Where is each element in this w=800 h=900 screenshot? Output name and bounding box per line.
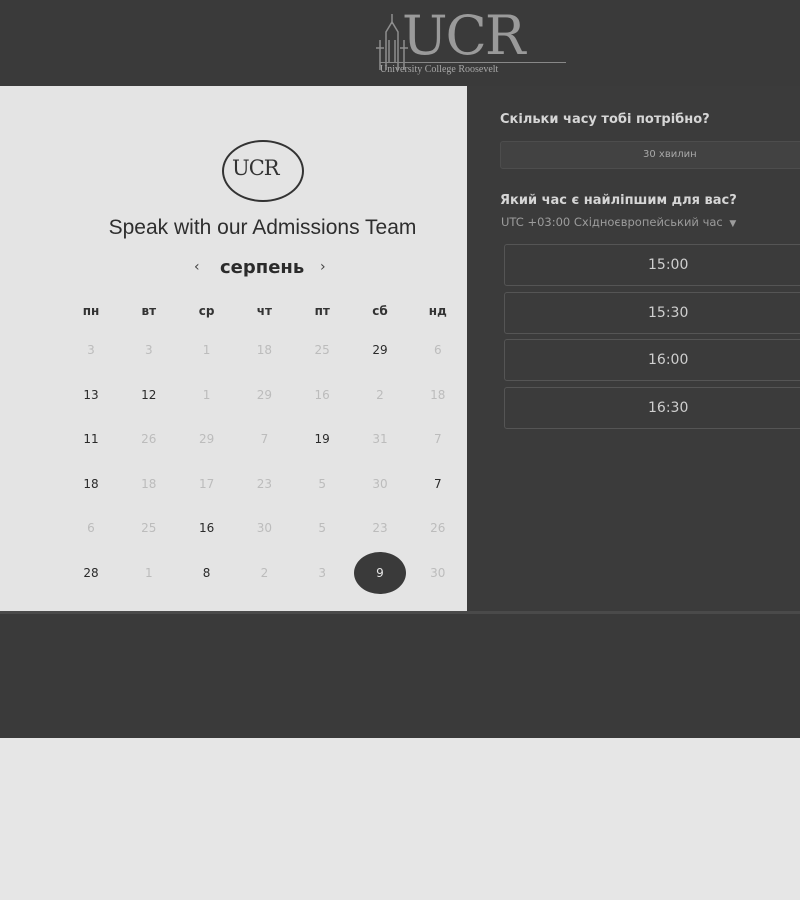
time-slot-button[interactable]: 15:00 [504,244,800,286]
calendar-day: 18 [141,476,157,491]
weekday-label: сб [372,304,388,318]
logo-subtitle: University College Roosevelt [380,62,566,75]
calendar-day[interactable]: 12 [123,374,175,416]
calendar-day: 2 [260,565,269,580]
page-title: Speak with our Admissions Team [108,216,417,239]
calendar-day: 16 [314,387,330,402]
time-slot-label: 15:00 [648,257,689,273]
weekday-label: вт [141,304,157,318]
ucr-logo[interactable]: UCR University College Roosevelt [372,4,566,76]
duration-select[interactable]: 30 хвилин [500,141,800,169]
calendar-day-selected[interactable]: 9 [354,551,406,594]
calendar-day: 6 [433,343,442,357]
month-navigator: ‹ серпень › [192,257,337,281]
calendar-day: 1 [144,565,153,580]
weekday-label: чт [256,304,272,318]
footer-band [0,611,800,738]
time-slot-label: 15:30 [648,304,689,321]
weekday-label: нд [428,304,447,318]
calendar-day: 26 [141,432,157,446]
calendar-day: 30 [372,476,388,491]
duration-question: Скільки часу тобі потрібно? [500,112,710,127]
timezone-select[interactable]: UTC +03:00 Східноєвропейський час ▼ [501,215,736,229]
booking-panel: Скільки часу тобі потрібно? 30 хвилин Як… [467,86,800,611]
badge-text: UCR [232,156,280,180]
timezone-label: UTC +03:00 Східноєвропейський час [501,215,723,229]
calendar-day: 3 [87,343,95,357]
calendar-day[interactable]: 18 [65,463,117,505]
caret-down-icon: ▼ [729,219,737,229]
footer-divider [0,611,800,614]
time-slot-button[interactable]: 16:00 [504,339,800,382]
calendar-day: 17 [198,476,215,491]
calendar-day: 5 [318,476,326,491]
calendar-day: 3 [144,343,153,357]
time-slot-button[interactable]: 15:30 [504,291,800,334]
ucr-badge: UCR [222,140,304,202]
calendar-day: 18 [256,343,273,357]
calendar-day[interactable]: 7 [412,463,464,505]
calendar-day: 30 [430,565,446,580]
calendar-day: 7 [260,432,269,446]
weekday-label: ср [198,304,215,318]
calendar-day: 23 [256,476,273,491]
calendar-day: 1 [202,343,211,357]
month-label: серпень [220,257,305,278]
calendar-day: 29 [198,432,215,446]
weekday-label: пн [82,304,100,318]
calendar-day[interactable]: 11 [65,418,117,460]
calendar-day[interactable]: 29 [354,329,406,371]
time-slot-label: 16:30 [648,400,689,417]
calendar-day: 5 [318,521,326,535]
weekday-header: пн вт ср чт пт сб нд [62,304,466,320]
calendar-day: 29 [256,387,273,402]
calendar-day: 6 [87,521,95,535]
calendar-day[interactable]: 8 [181,552,233,594]
calendar-day: 1 [202,387,211,402]
calendar-day: 30 [256,521,273,535]
calendar-day[interactable]: 16 [181,507,233,549]
duration-value: 30 хвилин [643,149,697,160]
calendar-day: 7 [433,432,442,446]
calendar-grid: 3 3 1 18 25 29 6 13 12 1 29 16 2 18 11 26 29 7 19 31 7 18 18 17… [62,329,466,619]
calendar-day[interactable]: 28 [65,552,117,594]
calendar-day: 2 [376,387,384,402]
weekday-label: пт [314,304,330,318]
calendar-day: 26 [430,521,446,535]
chevron-right-icon[interactable]: › [320,259,326,275]
time-slot-button[interactable]: 16:30 [504,387,800,430]
chevron-left-icon[interactable]: ‹ [194,259,200,275]
calendar-day: 23 [372,521,388,535]
header: UCR University College Roosevelt [0,0,800,86]
calendar-day: 18 [430,387,446,402]
calendar-day[interactable]: 13 [65,374,117,416]
calendar-day: 25 [141,521,157,535]
logo-text: UCR [402,4,525,67]
time-question: Який час є найліпшим для вас? [500,193,737,208]
calendar-day: 25 [314,343,330,357]
calendar-day: 3 [318,565,326,580]
calendar-day: 31 [372,432,388,446]
time-slot-label: 16:00 [648,352,689,369]
calendar-day[interactable]: 19 [296,418,348,460]
calendar-panel: UCR Speak with our Admissions Team ‹ сер… [0,86,467,611]
